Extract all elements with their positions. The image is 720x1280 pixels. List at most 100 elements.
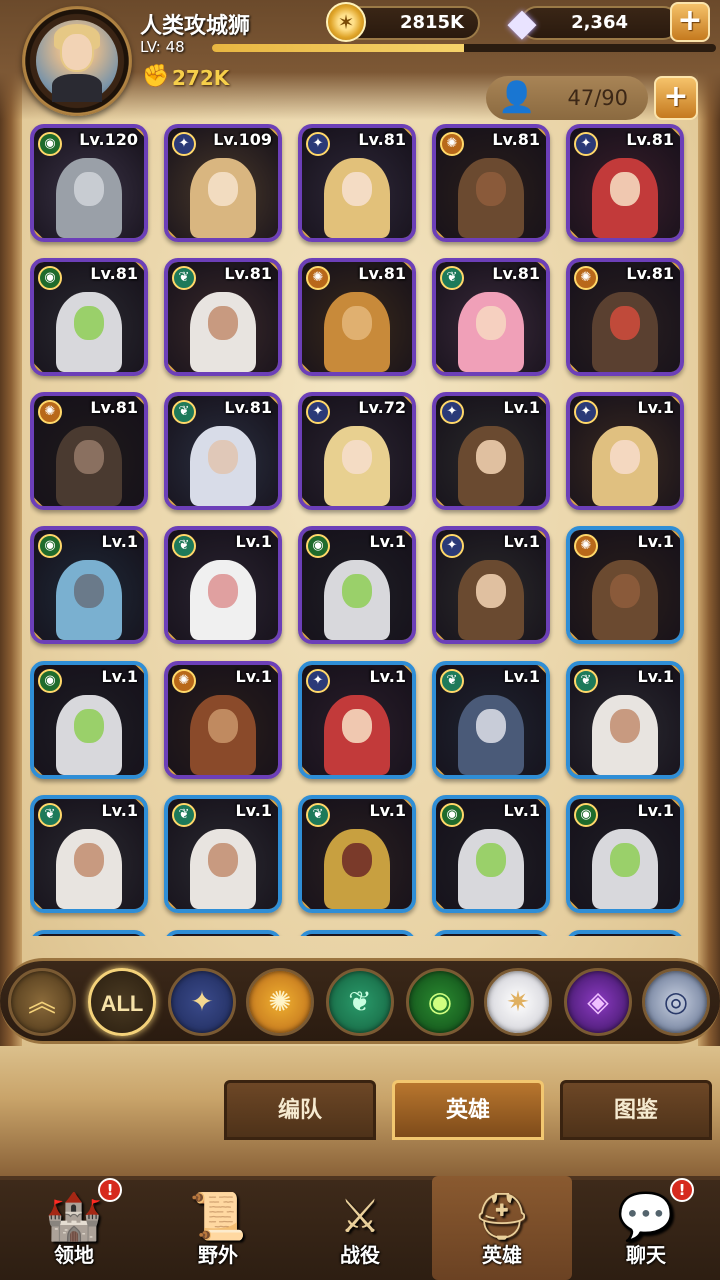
hero-card[interactable]: ✺ Lv.1 <box>164 661 282 779</box>
hero-card[interactable]: ◉ Lv.1 <box>432 795 550 913</box>
star-faction-icon: ✦ <box>306 669 330 693</box>
hero-card[interactable]: ✺ Lv.81 <box>30 392 148 510</box>
leaf-faction-icon[interactable]: ❦ <box>326 968 394 1036</box>
hero-card[interactable]: ✦ Lv.1 <box>566 392 684 510</box>
eye-faction-icon: ◉ <box>38 534 62 558</box>
hero-card[interactable]: ✦ Lv.1 <box>432 392 550 510</box>
hero-card[interactable]: ❦ Lv.81 <box>164 392 282 510</box>
filter-all-button[interactable]: ALL <box>88 968 156 1036</box>
hero-card[interactable]: ❦ Lv.1 <box>298 795 416 913</box>
nav-territory[interactable]: 🏰 领地 ! <box>4 1176 144 1280</box>
hero-card[interactable]: ❦ Lv.81 <box>432 258 550 376</box>
hero-card[interactable]: ✦ Lv.109 <box>164 124 282 242</box>
hero-level: Lv.81 <box>90 264 138 283</box>
nav-campaign[interactable]: ⚔ 战役 <box>290 1176 430 1280</box>
expand-capacity-button[interactable]: + <box>654 76 698 120</box>
leaf-faction-icon: ❦ <box>172 400 196 424</box>
fist-icon: ✊ <box>142 64 170 89</box>
leaf-faction-icon: ❦ <box>306 803 330 827</box>
hero-card[interactable]: ◉ Lv.120 <box>30 124 148 242</box>
hero-card[interactable]: ✦ Lv.81 <box>566 124 684 242</box>
hero-card[interactable]: ❦ Lv.1 <box>164 526 282 644</box>
add-gems-button[interactable]: + <box>670 2 710 42</box>
hero-level: Lv.72 <box>358 398 406 417</box>
hero-face <box>208 306 238 340</box>
tab-codex[interactable]: 图鉴 <box>560 1080 712 1140</box>
star-faction-icon[interactable]: ✦ <box>168 968 236 1036</box>
hero-card[interactable]: ✦ Lv.72 <box>298 392 416 510</box>
hero-card[interactable]: ◉ Lv.1 <box>30 526 148 644</box>
star-faction-icon: ✦ <box>574 400 598 424</box>
hero-face <box>342 306 372 340</box>
shield-faction-icon[interactable]: ◎ <box>642 968 710 1036</box>
hero-card[interactable]: ❦ Lv.1 <box>566 661 684 779</box>
tab-formation[interactable]: 编队 <box>224 1080 376 1140</box>
power-value: 272K <box>172 66 230 90</box>
player-avatar[interactable] <box>22 6 132 116</box>
hero-level: Lv.1 <box>637 532 674 551</box>
hero-face <box>476 306 506 340</box>
hero-card[interactable]: ❦ Lv.1 <box>164 795 282 913</box>
hero-card[interactable]: ◉ Lv.1 <box>566 795 684 913</box>
hero-face <box>476 172 506 206</box>
hero-card[interactable] <box>298 930 416 936</box>
hero-card[interactable] <box>432 930 550 936</box>
hero-level: Lv.1 <box>369 532 406 551</box>
player-level: LV: 48 <box>140 38 185 56</box>
hero-card[interactable]: ✺ Lv.81 <box>298 258 416 376</box>
hero-level: Lv.1 <box>637 667 674 686</box>
hero-card[interactable]: ◉ Lv.1 <box>298 526 416 644</box>
hero-level: Lv.1 <box>503 532 540 551</box>
nav-territory-label: 领地 <box>54 1243 94 1267</box>
hero-card[interactable]: ❦ Lv.1 <box>30 795 148 913</box>
nav-chat[interactable]: 💬 聊天 ! <box>576 1176 716 1280</box>
sun-faction-icon: ✺ <box>306 266 330 290</box>
eye-faction-icon[interactable]: ◉ <box>406 968 474 1036</box>
light-faction-icon[interactable]: ✷ <box>484 968 552 1036</box>
nav-heroes[interactable]: ⛑ 英雄 <box>432 1176 572 1280</box>
hero-card[interactable]: ❦ Lv.1 <box>432 661 550 779</box>
tab-heroes[interactable]: 英雄 <box>392 1080 544 1140</box>
hero-face <box>342 440 372 474</box>
sun-faction-icon[interactable]: ✺ <box>246 968 314 1036</box>
hero-level: Lv.109 <box>213 130 272 149</box>
hero-face <box>476 440 506 474</box>
hero-card[interactable]: ❦ Lv.81 <box>164 258 282 376</box>
hero-card[interactable]: ◉ Lv.1 <box>30 661 148 779</box>
hero-grid: ◉ Lv.120 ✦ Lv.109 ✦ Lv.81 ✺ Lv.81 ✦ Lv.81 ◉ Lv.81 ❦ L… <box>30 124 690 936</box>
hero-level: Lv.81 <box>492 130 540 149</box>
avatar-portrait <box>36 20 118 102</box>
hero-card[interactable]: ✺ Lv.81 <box>566 258 684 376</box>
leaf-faction-icon: ❦ <box>440 669 464 693</box>
hero-card[interactable] <box>164 930 282 936</box>
dark-faction-icon[interactable]: ◈ <box>564 968 632 1036</box>
hero-level: Lv.81 <box>492 264 540 283</box>
hero-level: Lv.1 <box>235 801 272 820</box>
leaf-faction-icon: ❦ <box>172 534 196 558</box>
hero-level: Lv.81 <box>626 264 674 283</box>
collapse-up-icon[interactable]: ︽ <box>8 968 76 1036</box>
hero-face <box>74 709 104 743</box>
hero-level: Lv.1 <box>369 667 406 686</box>
hero-card[interactable]: ✦ Lv.81 <box>298 124 416 242</box>
nav-campaign-label: 战役 <box>340 1243 380 1267</box>
level-value: 48 <box>165 38 185 56</box>
hero-card[interactable]: ✺ Lv.1 <box>566 526 684 644</box>
hero-face <box>610 843 640 877</box>
nav-wild[interactable]: 📜 野外 <box>148 1176 288 1280</box>
hero-card[interactable] <box>30 930 148 936</box>
star-faction-icon: ✦ <box>172 132 196 156</box>
eye-faction-icon: ◉ <box>440 803 464 827</box>
hero-card[interactable]: ✦ Lv.1 <box>432 526 550 644</box>
eye-faction-icon: ◉ <box>38 669 62 693</box>
hero-face <box>208 440 238 474</box>
nav-chat-label: 聊天 <box>626 1243 666 1267</box>
hero-card[interactable] <box>566 930 684 936</box>
hero-card[interactable]: ✦ Lv.1 <box>298 661 416 779</box>
hero-level: Lv.1 <box>637 398 674 417</box>
leaf-faction-icon: ❦ <box>574 669 598 693</box>
hero-card[interactable]: ✺ Lv.81 <box>432 124 550 242</box>
leaf-faction-icon: ❦ <box>38 803 62 827</box>
hero-card[interactable]: ◉ Lv.81 <box>30 258 148 376</box>
hero-face <box>610 172 640 206</box>
